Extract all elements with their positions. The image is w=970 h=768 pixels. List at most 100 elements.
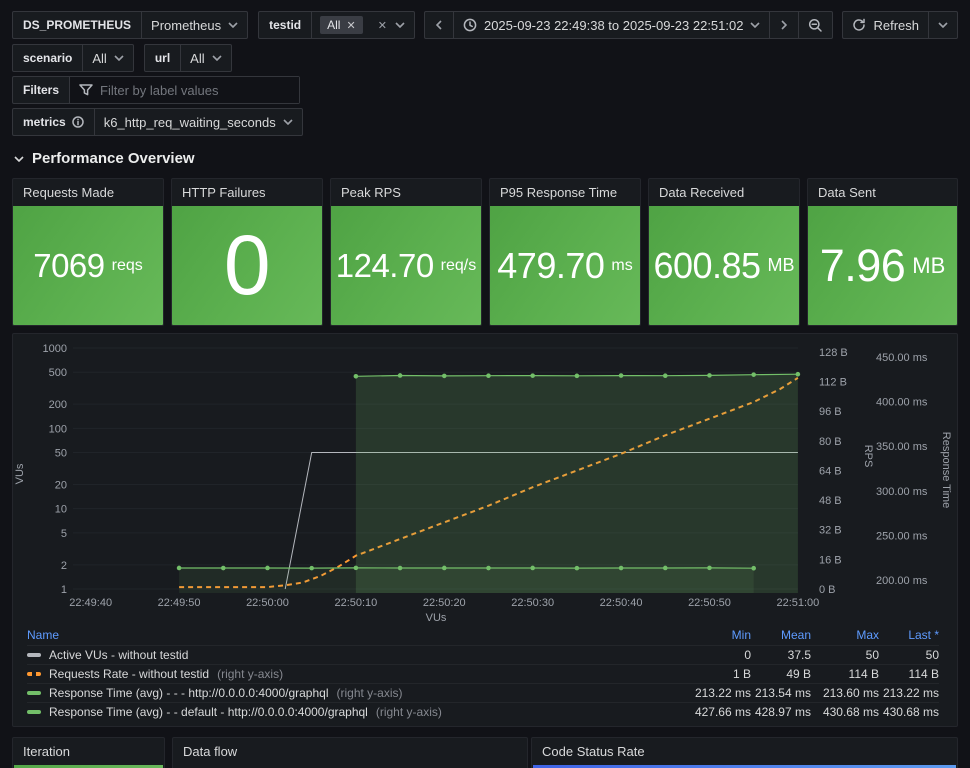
legend-max: 114 B xyxy=(848,667,879,681)
series-swatch-green-line xyxy=(27,691,41,695)
legend-mean: 49 B xyxy=(786,667,811,681)
svg-text:VUs: VUs xyxy=(14,463,26,484)
series-fill-3 xyxy=(355,374,798,593)
svg-text:112 B: 112 B xyxy=(819,377,847,389)
svg-text:22:50:50: 22:50:50 xyxy=(688,597,731,609)
legend-series-toggle[interactable]: Requests Rate - without testid (right y-… xyxy=(27,667,681,681)
svg-text:5: 5 xyxy=(61,528,67,540)
legend-row-requests-rate: Requests Rate - without testid (right y-… xyxy=(27,664,939,683)
clear-all-icon[interactable]: ✕ xyxy=(378,19,387,32)
svg-text:48 B: 48 B xyxy=(819,495,842,507)
stat-unit: ms xyxy=(611,256,633,274)
svg-text:64 B: 64 B xyxy=(819,465,842,477)
panel-title[interactable]: Requests Made xyxy=(13,179,163,206)
chevron-down-icon[interactable] xyxy=(395,22,405,28)
series-point xyxy=(176,565,182,571)
filter-input[interactable] xyxy=(100,82,291,98)
stat-value-area: 600.85 MB xyxy=(649,206,799,325)
toolbar-row-4: metrics k6_http_req_waiting_seconds xyxy=(12,108,303,136)
svg-text:Response Time: Response Time xyxy=(940,432,952,508)
svg-text:22:49:40: 22:49:40 xyxy=(69,597,112,609)
panel-title[interactable]: Data Received xyxy=(649,179,799,206)
legend-header-name[interactable]: Name xyxy=(27,628,681,642)
series-point xyxy=(353,373,359,379)
chevron-down-icon xyxy=(750,22,761,28)
datasource-picker[interactable]: DS_PROMETHEUS Prometheus xyxy=(12,11,249,39)
stat-unit: req/s xyxy=(440,256,477,274)
stat-value: 479.70 xyxy=(497,244,605,286)
legend-min: 1 B xyxy=(732,667,751,681)
legend-mean: 213.54 ms xyxy=(754,686,811,700)
chevron-down-icon xyxy=(228,22,238,28)
series-point xyxy=(309,565,314,571)
scenario-value[interactable]: All xyxy=(83,45,132,71)
series-swatch-green-line xyxy=(27,710,41,714)
time-range-picker[interactable]: 2025-09-23 22:49:38 to 2025-09-23 22:51:… xyxy=(452,11,770,39)
legend-header-last[interactable]: Last * xyxy=(879,628,939,642)
data-flow-panel: Data flow xyxy=(172,737,528,768)
chip-remove-icon[interactable]: ✕ xyxy=(346,19,355,32)
testid-variable[interactable]: testid All ✕ ✕ xyxy=(258,11,415,39)
svg-text:22:50:20: 22:50:20 xyxy=(423,597,466,609)
iteration-panel: Iteration xyxy=(12,737,165,768)
panel-title[interactable]: Data Sent xyxy=(808,179,957,206)
stat-value-area: 7.96 MB xyxy=(808,206,957,325)
metrics-picker[interactable]: metrics k6_http_req_waiting_seconds xyxy=(12,108,303,136)
code-status-rate-panel: Code Status Rate xyxy=(531,737,958,768)
svg-text:32 B: 32 B xyxy=(819,525,842,537)
url-variable[interactable]: url All xyxy=(143,44,232,72)
legend-header-min[interactable]: Min xyxy=(681,628,751,642)
legend-last: 430.68 ms xyxy=(882,705,939,719)
svg-text:22:50:00: 22:50:00 xyxy=(246,597,289,609)
stat-value-area: 7069 reqs xyxy=(13,206,163,325)
scenario-variable[interactable]: scenario All xyxy=(12,44,134,72)
refresh-button[interactable]: Refresh xyxy=(842,11,928,39)
testid-chip-all[interactable]: All ✕ xyxy=(320,16,363,34)
metrics-value[interactable]: k6_http_req_waiting_seconds xyxy=(95,109,302,135)
time-controls: 2025-09-23 22:49:38 to 2025-09-23 22:51:… xyxy=(423,11,958,39)
panel-title[interactable]: Code Status Rate xyxy=(532,738,957,765)
svg-text:16 B: 16 B xyxy=(819,554,842,566)
section-title: Performance Overview xyxy=(32,150,195,167)
section-performance-overview[interactable]: Performance Overview xyxy=(14,150,195,167)
metrics-label: metrics xyxy=(13,109,95,135)
svg-text:200: 200 xyxy=(49,399,67,411)
legend-mean: 428.97 ms xyxy=(754,705,811,719)
legend-header-mean[interactable]: Mean xyxy=(751,628,811,642)
series-point xyxy=(662,373,668,379)
svg-text:96 B: 96 B xyxy=(819,406,842,418)
zoom-out-button[interactable] xyxy=(798,11,834,39)
panel-title[interactable]: Peak RPS xyxy=(331,179,481,206)
filters-label: Filters xyxy=(13,77,71,103)
refresh-interval-button[interactable] xyxy=(928,11,958,39)
legend-min: 0 xyxy=(744,648,751,662)
panel-title[interactable]: Iteration xyxy=(13,738,164,765)
legend-series-toggle[interactable]: Response Time (avg) - - - http://0.0.0.0… xyxy=(27,686,681,700)
legend-series-toggle[interactable]: Response Time (avg) - - default - http:/… xyxy=(27,705,681,719)
legend-header-max[interactable]: Max xyxy=(811,628,879,642)
chevron-down-icon xyxy=(938,22,948,28)
svg-text:RPS: RPS xyxy=(862,445,874,468)
time-shift-back-button[interactable] xyxy=(423,11,453,39)
series-point xyxy=(441,373,447,379)
toolbar-row-1: DS_PROMETHEUS Prometheus testid All ✕ ✕ xyxy=(12,11,415,39)
legend-series-toggle[interactable]: Active VUs - without testid xyxy=(27,648,681,662)
datasource-value[interactable]: Prometheus xyxy=(142,12,247,38)
url-value[interactable]: All xyxy=(181,45,230,71)
series-point xyxy=(707,373,712,378)
chevron-down-icon xyxy=(212,55,222,61)
url-label: url xyxy=(145,45,182,71)
stat-value-area: 0 xyxy=(172,206,322,325)
panel-title[interactable]: HTTP Failures xyxy=(172,179,322,206)
dashboard: DS_PROMETHEUS Prometheus testid All ✕ ✕ xyxy=(0,0,970,768)
time-shift-forward-button[interactable] xyxy=(769,11,799,39)
panel-title[interactable]: Data flow xyxy=(173,738,527,765)
legend-max: 430.68 ms xyxy=(822,705,879,719)
panel-title[interactable]: P95 Response Time xyxy=(490,179,640,206)
stat-value: 7069 xyxy=(33,246,105,284)
svg-text:350.00 ms: 350.00 ms xyxy=(876,441,928,453)
chart-canvas[interactable]: 1000 500 200 100 50 20 10 5 2 1 128 B 112 B 96 B 80 B… xyxy=(13,334,957,623)
series-point xyxy=(618,373,624,378)
svg-text:22:49:50: 22:49:50 xyxy=(158,597,201,609)
legend-min: 427.66 ms xyxy=(694,705,751,719)
